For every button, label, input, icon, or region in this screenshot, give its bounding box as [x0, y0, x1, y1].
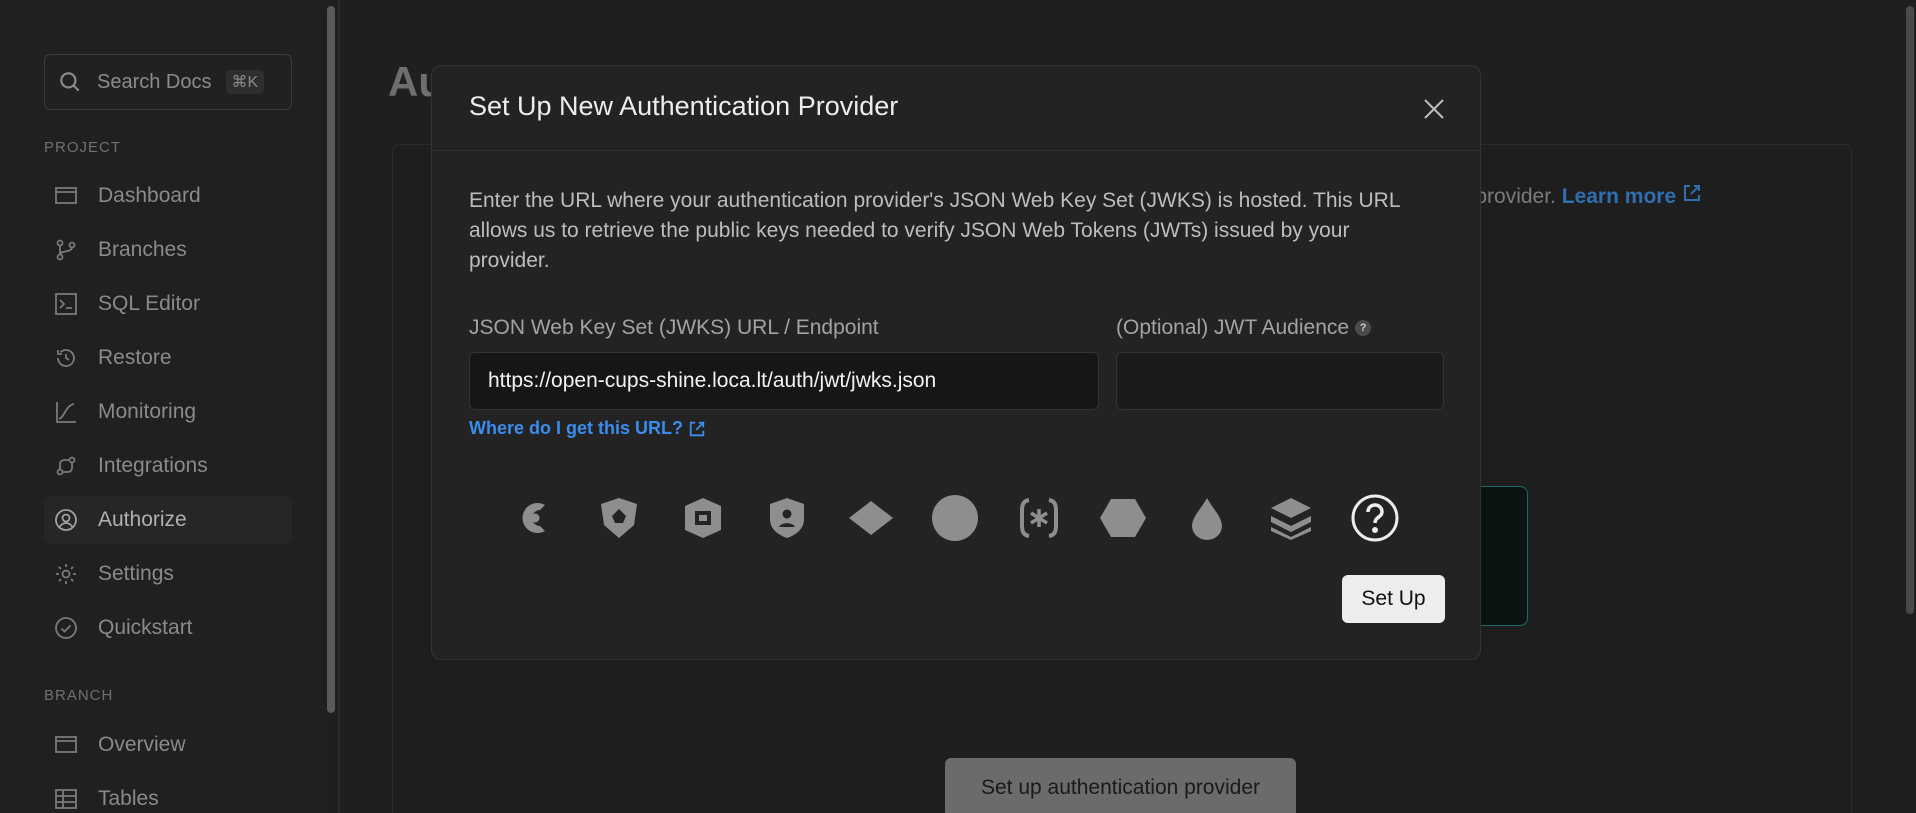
- sidebar-item-branches[interactable]: Branches: [44, 226, 292, 274]
- sidebar-item-sql-editor[interactable]: SQL Editor: [44, 280, 292, 328]
- sidebar-item-tables[interactable]: Tables: [44, 775, 292, 813]
- learn-more-link[interactable]: Learn more: [1562, 185, 1702, 208]
- close-icon: [1424, 99, 1444, 119]
- authorize-icon: [54, 508, 78, 532]
- search-shortcut: ⌘K: [225, 70, 265, 94]
- page-scrollbar[interactable]: [1906, 6, 1914, 614]
- sidebar-item-label: Branches: [98, 238, 187, 261]
- sidebar-item-label: Overview: [98, 733, 186, 756]
- learn-more-label: Learn more: [1561, 185, 1677, 208]
- overview-icon: [54, 733, 78, 757]
- diamond-icon[interactable]: [843, 490, 899, 546]
- dashboard-icon: [54, 184, 78, 208]
- sidebar-divider: [338, 0, 340, 813]
- close-button[interactable]: [1421, 96, 1447, 122]
- layers-icon[interactable]: [1263, 490, 1319, 546]
- branch-section-label: BRANCH: [44, 687, 114, 704]
- search-docs-button[interactable]: Search Docs ⌘K: [44, 54, 292, 110]
- sidebar-item-monitoring[interactable]: Monitoring: [44, 388, 292, 436]
- setup-auth-provider-button[interactable]: Set up authentication provider: [945, 758, 1296, 813]
- help-icon[interactable]: ?: [1355, 320, 1372, 336]
- bracket-asterisk-icon[interactable]: [1011, 490, 1067, 546]
- sidebar-item-label: Quickstart: [98, 616, 193, 639]
- search-icon: [60, 72, 80, 92]
- jwt-audience-label: (Optional) JWT Audience ?: [1116, 316, 1372, 340]
- sidebar: Search Docs ⌘K PROJECT Dashboard Branche…: [0, 0, 324, 813]
- sidebar-item-label: Settings: [98, 562, 174, 585]
- tables-icon: [54, 787, 78, 811]
- sidebar-item-label: Authorize: [98, 508, 187, 531]
- search-placeholder: Search Docs: [97, 70, 212, 93]
- sidebar-item-settings[interactable]: Settings: [44, 550, 292, 598]
- sidebar-item-label: Integrations: [98, 454, 208, 477]
- external-link-icon: [1683, 185, 1700, 201]
- jwks-url-label: JSON Web Key Set (JWKS) URL / Endpoint: [469, 316, 879, 339]
- sidebar-item-authorize[interactable]: Authorize: [44, 496, 292, 544]
- clerk-icon[interactable]: [507, 490, 563, 546]
- settings-icon: [54, 562, 78, 586]
- jwt-audience-label-text: (Optional) JWT Audience: [1116, 316, 1350, 339]
- jwks-url-input[interactable]: [469, 352, 1099, 410]
- set-up-button[interactable]: Set Up: [1342, 575, 1445, 623]
- dialog-header: Set Up New Authentication Provider: [432, 66, 1480, 151]
- sidebar-item-quickstart[interactable]: Quickstart: [44, 604, 292, 652]
- auth0-icon[interactable]: [591, 490, 647, 546]
- sidebar-scrollbar[interactable]: [327, 6, 335, 713]
- sidebar-item-label: Dashboard: [98, 184, 201, 207]
- sidebar-item-label: Monitoring: [98, 400, 197, 423]
- drop-icon[interactable]: [1179, 490, 1235, 546]
- sidebar-item-dashboard[interactable]: Dashboard: [44, 172, 292, 220]
- sidebar-item-label: SQL Editor: [98, 292, 200, 315]
- shield-user-icon[interactable]: [759, 490, 815, 546]
- other-provider-icon[interactable]: [1347, 490, 1403, 546]
- background-description: th provider. Learn more: [1452, 183, 1702, 209]
- sidebar-item-integrations[interactable]: Integrations: [44, 442, 292, 490]
- setup-provider-dialog: Set Up New Authentication Provider Enter…: [431, 65, 1481, 660]
- integrations-icon: [54, 454, 78, 478]
- external-link-icon: [689, 421, 705, 436]
- monitoring-icon: [54, 400, 78, 424]
- where-get-url-link[interactable]: Where do I get this URL?: [469, 418, 706, 439]
- stack-auth-icon[interactable]: [675, 490, 731, 546]
- project-section-label: PROJECT: [44, 139, 122, 156]
- dialog-title: Set Up New Authentication Provider: [469, 91, 899, 121]
- where-get-url-label: Where do I get this URL?: [469, 418, 683, 438]
- sidebar-item-overview[interactable]: Overview: [44, 721, 292, 769]
- app-window: Search Docs ⌘K PROJECT Dashboard Branche…: [0, 0, 1916, 813]
- branches-icon: [54, 238, 78, 262]
- dialog-description: Enter the URL where your authentication …: [469, 189, 1400, 272]
- restore-icon: [54, 346, 78, 370]
- quickstart-icon: [54, 616, 78, 640]
- provider-icon-row: [507, 490, 1407, 550]
- sidebar-item-label: Restore: [98, 346, 172, 369]
- sql-editor-icon: [54, 292, 78, 316]
- sidebar-item-restore[interactable]: Restore: [44, 334, 292, 382]
- circle-icon[interactable]: [927, 490, 983, 546]
- hexagon-icon[interactable]: [1095, 490, 1151, 546]
- sidebar-item-label: Tables: [98, 787, 159, 810]
- jwt-audience-input[interactable]: [1116, 352, 1444, 410]
